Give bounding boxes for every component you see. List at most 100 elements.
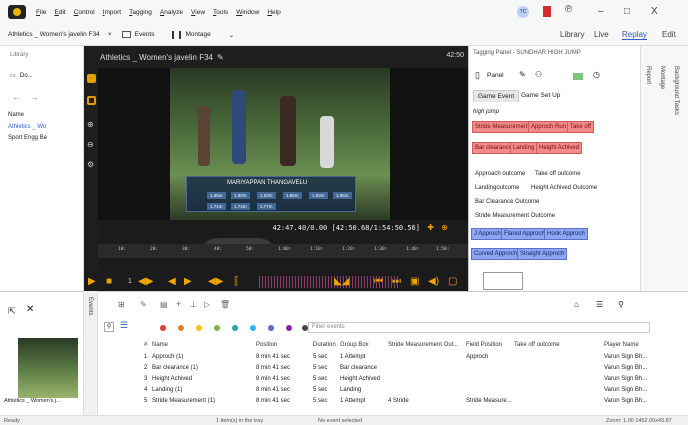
library-item[interactable]: Sport Engg Be bbox=[8, 135, 47, 141]
empty-tag-slot[interactable] bbox=[483, 272, 523, 290]
video-thumbnail[interactable] bbox=[18, 338, 78, 398]
video-player[interactable]: MARIYAPPAN THANGAVELU 1.65m 1.80m 1.83m … bbox=[98, 68, 468, 220]
menu-file[interactable]: File bbox=[36, 9, 47, 16]
color-filter-dot[interactable] bbox=[268, 325, 274, 331]
close-icon[interactable]: × bbox=[108, 31, 112, 38]
search-icon[interactable]: ⚲ bbox=[618, 300, 624, 309]
folder-icon[interactable]: ▭ bbox=[10, 72, 16, 79]
step-back-icon[interactable]: ◀▶ bbox=[138, 276, 153, 288]
share-icon[interactable]: ⇱ bbox=[8, 306, 16, 317]
tag-button-flared-approch[interactable]: Flared Approch bbox=[501, 228, 548, 240]
tag-button-j-approch[interactable]: J Approch bbox=[471, 228, 504, 240]
color-filter-dot[interactable] bbox=[178, 325, 184, 331]
timeline[interactable]: 42:47.40/0.00 [42:50.68/1:54:50.56] ✚ ⊕ … bbox=[98, 220, 468, 273]
zoom-out-icon[interactable]: ⊖ bbox=[87, 140, 96, 149]
table-row[interactable]: 4 Landing (1) 8 min 41 sec 5 sec Landing Varu… bbox=[98, 387, 658, 397]
column-header[interactable]: Stride Measurement Out... bbox=[388, 342, 458, 348]
nav-edit[interactable]: Edit bbox=[662, 30, 676, 39]
edit-pencil-icon[interactable]: ✎ bbox=[217, 53, 224, 62]
table-row[interactable]: 5 Stride Measurement (1) 8 min 41 sec 5 sec… bbox=[98, 398, 658, 408]
list-icon[interactable]: ☰ bbox=[596, 300, 603, 309]
nav-replay[interactable]: Replay bbox=[622, 30, 647, 40]
table-row[interactable]: 2 Bar clearance (1) 8 min 41 sec 5 sec Bar c… bbox=[98, 365, 658, 375]
chevron-down-icon[interactable]: ⌄ bbox=[229, 31, 234, 39]
column-header[interactable]: Name bbox=[152, 342, 168, 348]
color-filter-dot[interactable] bbox=[160, 325, 166, 331]
next-frame-icon[interactable]: ▶ bbox=[184, 276, 192, 288]
tag-button-approch-run[interactable]: Approch Run bbox=[528, 121, 570, 133]
side-tab-montage[interactable]: Montage bbox=[659, 66, 665, 89]
menu-import[interactable]: Import bbox=[103, 9, 121, 16]
pin-icon[interactable]: ℗ bbox=[565, 4, 572, 15]
users-icon[interactable]: ⚇ bbox=[535, 70, 542, 79]
outcome-item[interactable]: Landingoutcome bbox=[475, 185, 519, 191]
tag-button-curved-approch[interactable]: Curved Approch bbox=[471, 248, 521, 260]
nav-live[interactable]: Live bbox=[594, 30, 609, 39]
outcome-item[interactable]: Stride Measurement Outcome bbox=[475, 213, 555, 219]
color-filter-dot[interactable] bbox=[214, 325, 220, 331]
fullscreen-icon[interactable]: ▢ bbox=[448, 276, 457, 288]
outcome-item[interactable]: Bar Clearance Outcome bbox=[475, 199, 539, 205]
column-header[interactable]: Duration bbox=[313, 342, 336, 348]
timer-icon[interactable]: ◷ bbox=[593, 70, 600, 79]
settings-icon[interactable]: ⚙ bbox=[87, 160, 96, 169]
library-folder[interactable]: Do... bbox=[20, 73, 33, 79]
add-event-icon[interactable]: ⊞ bbox=[118, 300, 125, 309]
tag-button-stride-measurement[interactable]: Stride Measurement bbox=[472, 121, 533, 133]
loop-icon[interactable]: ◀▶ bbox=[208, 276, 223, 288]
volume-icon[interactable]: ◀) bbox=[428, 276, 439, 288]
skip-end-icon[interactable]: ⏭ bbox=[392, 276, 401, 288]
edit-event-icon[interactable]: ✎ bbox=[140, 300, 147, 309]
minimize-button[interactable]: – bbox=[598, 6, 604, 17]
menu-edit[interactable]: Edit bbox=[55, 9, 66, 16]
avatar[interactable]: TC bbox=[517, 6, 529, 18]
color-filter-dot[interactable] bbox=[232, 325, 238, 331]
pencil-icon[interactable]: ✎ bbox=[519, 70, 526, 79]
column-header[interactable]: Take off outcome bbox=[514, 342, 560, 348]
search-toggle-icon[interactable]: ⚲ bbox=[104, 322, 114, 332]
outcome-item[interactable]: Take off outcome bbox=[535, 171, 581, 177]
table-row[interactable]: 1 Approch (1) 8 min 41 sec 5 sec 1 Attempt Ap… bbox=[98, 354, 658, 364]
tag-button-landing[interactable]: Landing bbox=[510, 142, 538, 154]
filter-events-input[interactable]: Filter events bbox=[308, 322, 650, 333]
close-window-button[interactable]: X bbox=[651, 6, 658, 17]
tab-game-setup[interactable]: Game Set Up bbox=[517, 90, 564, 101]
mark-in-out-icon[interactable]: ◣◢ bbox=[334, 276, 349, 288]
side-tab-report[interactable]: Report bbox=[645, 66, 651, 84]
menu-control[interactable]: Control bbox=[74, 9, 95, 16]
tag-button-hook-approch[interactable]: Hook Approch bbox=[544, 228, 588, 240]
tool-icon[interactable] bbox=[87, 74, 96, 83]
group-icon[interactable]: ▤ bbox=[160, 300, 168, 309]
close-icon[interactable]: ✕ bbox=[26, 304, 34, 315]
color-filter-dot[interactable] bbox=[250, 325, 256, 331]
color-filter-dot[interactable] bbox=[196, 325, 202, 331]
outcome-item[interactable]: Height Achived Outcome bbox=[531, 185, 597, 191]
column-header[interactable]: Player Name bbox=[604, 342, 639, 348]
tab-document[interactable]: Athletics _ Women's javelin F34 × bbox=[8, 31, 112, 38]
column-header[interactable]: Field Position bbox=[466, 342, 502, 348]
menu-tools[interactable]: Tools bbox=[213, 9, 228, 16]
nav-library[interactable]: Library bbox=[560, 30, 584, 39]
menu-tagging[interactable]: Tagging bbox=[129, 9, 152, 16]
flag-icon[interactable] bbox=[543, 6, 551, 17]
prev-frame-icon[interactable]: ◀ bbox=[168, 276, 176, 288]
outcome-item[interactable]: Approach outcome bbox=[475, 171, 525, 177]
tab-montage[interactable]: Montage ⌄ bbox=[172, 30, 234, 39]
forward-arrow-icon[interactable]: → bbox=[30, 92, 39, 102]
color-filter-dot[interactable] bbox=[286, 325, 292, 331]
time-ruler[interactable]: 10: 20: 30: 40: 50: 1:00: 1:10: 1:20: 1:… bbox=[98, 244, 468, 258]
tag-button-take-off[interactable]: Take off bbox=[567, 121, 594, 133]
sort-icon[interactable]: ☰ bbox=[120, 320, 128, 331]
tab-events[interactable]: Events bbox=[121, 31, 154, 38]
table-row[interactable]: 3 Height Achived 8 min 41 sec 5 sec Height A… bbox=[98, 376, 658, 386]
side-tab-background-tasks[interactable]: Background Tasks bbox=[673, 66, 679, 115]
panel-icon[interactable]: ▯ bbox=[475, 70, 480, 81]
tag-button-height-achived[interactable]: Height Achived bbox=[536, 142, 583, 154]
play-event-icon[interactable]: ▷ bbox=[204, 300, 210, 309]
screen-icon[interactable]: ▣ bbox=[410, 276, 419, 288]
tag-button-bar-clearance[interactable]: Bar clearance bbox=[472, 142, 516, 154]
events-side-tab[interactable]: Events bbox=[84, 291, 98, 415]
record-icon[interactable] bbox=[573, 73, 583, 80]
column-header[interactable]: Group Box bbox=[340, 342, 369, 348]
zoom-in-icon[interactable]: ⊕ bbox=[87, 120, 96, 129]
